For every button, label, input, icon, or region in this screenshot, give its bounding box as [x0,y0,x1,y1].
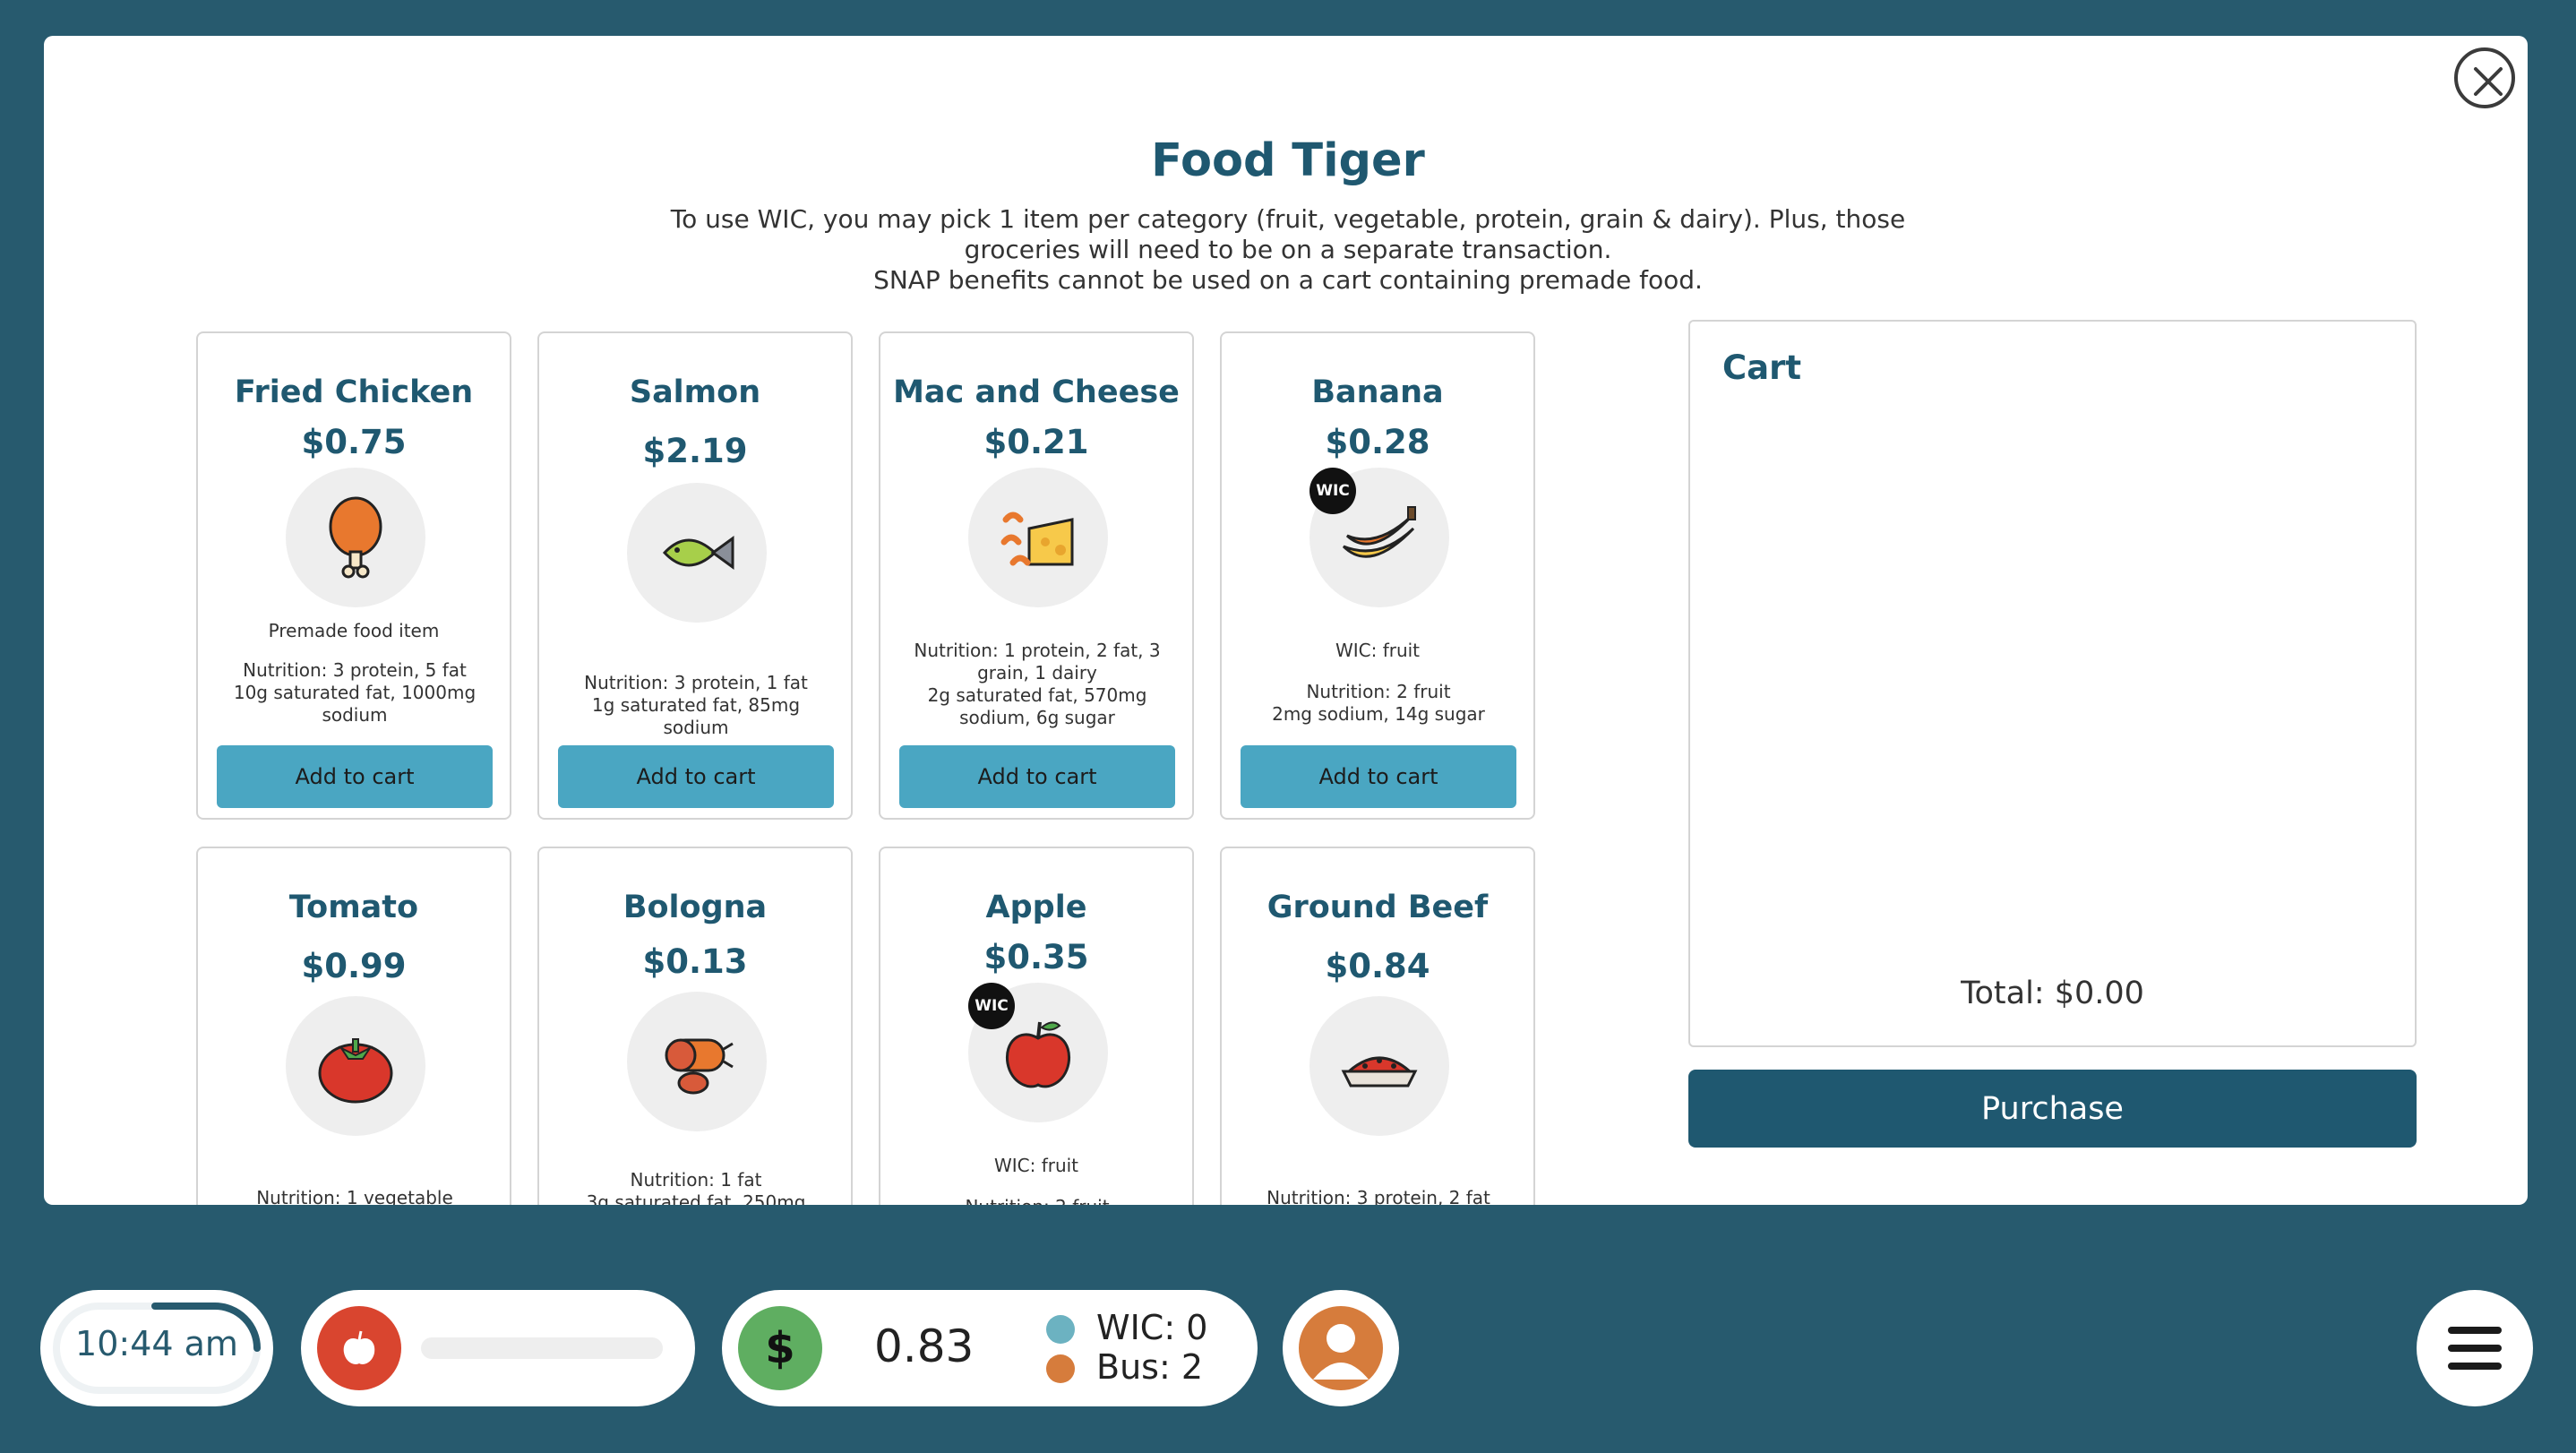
instructions-line-3: SNAP benefits cannot be used on a cart c… [873,265,1703,295]
nutrition-line: Nutrition: 3 protein, 1 fat [584,672,808,693]
nutrition-line: sodium, 6g sugar [959,707,1115,728]
add-to-cart-button[interactable]: Add to cart [899,745,1175,808]
add-to-cart-button[interactable]: Add to cart [1241,745,1516,808]
product-name: Bologna [623,890,768,925]
health-bar [421,1337,663,1359]
product-nutrition: Nutrition: 2 fruit 2mg sodium, 14g sugar [1240,681,1517,726]
product-card-apple: Apple $0.35 WIC WIC: fruit Nutrition: 2 … [879,847,1194,1205]
product-name: Ground Beef [1267,890,1489,925]
nutrition-line: 10g saturated fat, 1000mg [233,682,477,703]
product-price: $2.19 [642,432,748,470]
product-card-salmon: Salmon $2.19 Nutrition: 3 protein, 1 fat… [537,331,853,820]
product-price: $0.21 [983,423,1089,461]
instructions-line-2: groceries will need to be on a separate … [964,235,1612,264]
product-card-ground-beef: Ground Beef $0.84 Nutrition: 3 protein, … [1220,847,1535,1205]
money-amount: 0.83 [874,1320,975,1372]
product-nutrition: Nutrition: 1 vegetable [216,1187,494,1205]
nutrition-line: 2mg sodium, 14g sugar [1272,703,1485,725]
product-price: $0.13 [642,942,748,981]
wic-count: WIC: 0 [1096,1308,1208,1347]
product-price: $0.84 [1325,947,1430,985]
bus-dot [1046,1354,1075,1383]
product-image [968,468,1108,607]
product-note: WIC: fruit [1335,640,1421,661]
menu-button[interactable] [2417,1290,2533,1406]
nutrition-line: Nutrition: 1 fat [630,1169,762,1191]
product-nutrition: Nutrition: 1 protein, 2 fat, 3 grain, 1 … [898,640,1176,729]
store-title: Food Tiger [1151,134,1425,187]
product-name: Fried Chicken [234,374,474,410]
tomato-icon [318,1038,393,1104]
wic-dot [1046,1315,1075,1344]
wic-badge: WIC [1309,468,1356,514]
dollar-icon: $ [738,1306,822,1390]
product-price: $0.35 [983,938,1089,976]
product-note: Premade food item [268,620,440,641]
money-widget: $ 0.83 WIC: 0 Bus: 2 [722,1290,1258,1406]
apple-icon [343,1330,375,1364]
nutrition-line: 2g saturated fat, 570mg [927,684,1147,706]
nutrition-line: Nutrition: 2 fruit [898,1196,1176,1205]
clock-widget: 10:44 am [40,1290,273,1406]
product-name: Tomato [288,890,419,925]
product-card-fried-chicken: Fried Chicken $0.75 Premade food item Nu… [196,331,511,820]
mac-and-cheese-icon [1000,512,1074,566]
product-nutrition: Nutrition: 3 protein, 1 fat 1g saturated… [557,672,835,739]
nutrition-line: sodium [322,704,388,726]
nutrition-line: Nutrition: 3 protein, 2 fat [1267,1187,1490,1205]
product-name: Banana [1311,374,1444,410]
product-nutrition: Nutrition: 2 fruit [898,1196,1176,1205]
product-image [1309,996,1449,1136]
product-name: Apple [985,890,1087,925]
hamburger-menu-icon [2448,1327,2502,1370]
product-image [627,483,767,623]
fish-icon [662,536,734,570]
health-icon-circle [317,1306,401,1390]
product-image [286,468,425,607]
product-nutrition: Nutrition: 3 protein, 5 fat 10g saturate… [216,659,494,726]
sausage-icon [665,1038,734,1095]
product-price: $0.99 [301,947,407,985]
product-card-mac-and-cheese: Mac and Cheese $0.21 Nutrition: 1 protei… [879,331,1194,820]
health-widget [301,1290,695,1406]
bus-count: Bus: 2 [1096,1347,1204,1387]
add-to-cart-button[interactable]: Add to cart [217,745,493,808]
clock-time: 10:44 am [75,1324,238,1363]
close-button[interactable] [2454,47,2515,108]
product-price: $0.75 [301,423,407,461]
nutrition-line: 1g saturated fat, 85mg sodium [591,694,801,738]
cart-total: Total: $0.00 [1961,976,2144,1011]
nutrition-line: grain, 1 dairy [977,662,1097,684]
nutrition-line: Nutrition: 3 protein, 5 fat [243,659,467,681]
nutrition-line: 3g saturated fat, 250mg [586,1191,806,1205]
avatar-icon [1313,1324,1369,1380]
instructions-line-1: To use WIC, you may pick 1 item per cate… [670,204,1906,234]
cart-title: Cart [1722,348,1802,387]
wic-badge: WIC [968,983,1015,1029]
add-to-cart-button[interactable]: Add to cart [558,745,834,808]
product-name: Mac and Cheese [893,374,1180,410]
close-icon [2474,67,2503,96]
nutrition-line: Nutrition: 1 vegetable [256,1187,453,1205]
cart-panel: Cart Total: $0.00 [1688,320,2417,1047]
product-card-bologna: Bologna $0.13 Nutrition: 1 fat 3g satura… [537,847,853,1205]
product-nutrition: Nutrition: 3 protein, 2 fat [1240,1187,1517,1205]
nutrition-line: Nutrition: 2 fruit [1306,681,1451,702]
product-nutrition: Nutrition: 1 fat 3g saturated fat, 250mg [557,1169,835,1205]
ground-beef-icon [1341,1056,1418,1088]
purchase-button[interactable]: Purchase [1688,1070,2417,1148]
chicken-leg-icon [329,496,382,579]
product-note: WIC: fruit [993,1155,1079,1176]
nutrition-line: Nutrition: 1 protein, 2 fat, 3 [914,640,1161,661]
user-icon [1299,1306,1383,1390]
product-image [627,992,767,1131]
product-card-tomato: Tomato $0.99 Nutrition: 1 vegetable [196,847,511,1205]
product-name: Salmon [629,374,761,410]
product-card-banana: Banana $0.28 WIC WIC: fruit Nutrition: 2… [1220,331,1535,820]
product-image [286,996,425,1136]
product-price: $0.28 [1325,423,1430,461]
profile-button[interactable] [1283,1290,1399,1406]
